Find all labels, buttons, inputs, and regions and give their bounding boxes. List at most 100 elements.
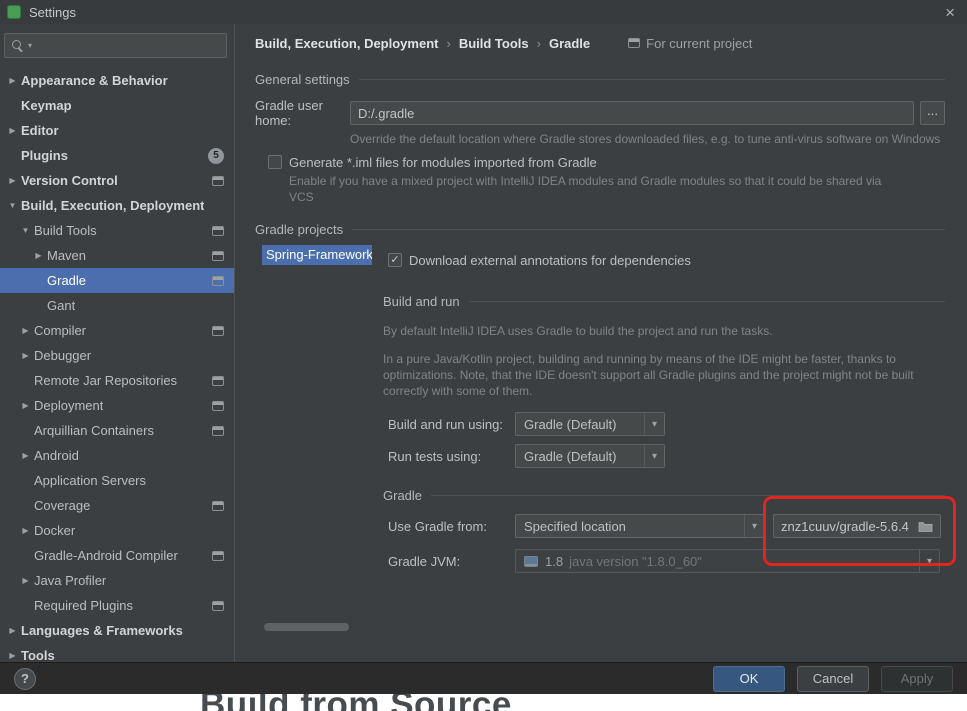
breadcrumb-build-tools[interactable]: Build Tools (459, 36, 529, 51)
search-options-chevron-icon[interactable]: ▾ (28, 41, 32, 50)
scope-label: For current project (646, 35, 753, 51)
cancel-button[interactable]: Cancel (797, 665, 869, 692)
project-list-item[interactable]: Spring-Framework (262, 245, 372, 265)
sidebar-item-maven[interactable]: ▶ Maven (0, 243, 234, 268)
sidebar-item-gant[interactable]: Gant (0, 293, 234, 318)
generate-iml-label[interactable]: Generate *.iml files for modules importe… (289, 155, 597, 170)
sidebar-item-gradle-android-compiler[interactable]: Gradle-Android Compiler (0, 543, 234, 568)
chevron-expanded-icon[interactable]: ▼ (6, 201, 19, 210)
gradle-projects-area: Spring-Framework Download external annot… (262, 245, 945, 633)
sidebar-item-android[interactable]: ▶ Android (0, 443, 234, 468)
dialog-body: ▾ ▶ Appearance & Behavior Keymap ▶ Editor Plu… (0, 24, 967, 662)
project-settings-icon (212, 600, 224, 611)
chevron-collapsed-icon[interactable]: ▶ (19, 401, 32, 410)
build-run-using-label: Build and run using: (388, 416, 503, 432)
sidebar-item-editor[interactable]: ▶ Editor (0, 118, 234, 143)
sidebar-item-label: Remote Jar Repositories (34, 373, 178, 388)
section-general-settings: General settings (255, 71, 945, 87)
breadcrumb-build-execution-deployment[interactable]: Build, Execution, Deployment (255, 36, 438, 51)
sidebar-item-keymap[interactable]: Keymap (0, 93, 234, 118)
gradle-location-input[interactable]: znz1cuuv/gradle-5.6.4 (773, 514, 941, 538)
use-gradle-from-select[interactable]: Specified location ▾ (515, 514, 765, 538)
chevron-down-icon[interactable]: ▾ (644, 445, 664, 467)
gradle-projects-list[interactable]: Spring-Framework (262, 245, 372, 633)
breadcrumb-row: Build, Execution, Deployment › Build Too… (255, 33, 945, 53)
download-annotations-row[interactable]: Download external annotations for depend… (388, 251, 945, 269)
sidebar-item-remote-jar-repositories[interactable]: Remote Jar Repositories (0, 368, 234, 393)
sidebar-item-plugins[interactable]: Plugins 5 (0, 143, 234, 168)
sidebar-item-build-execution-deployment[interactable]: ▼ Build, Execution, Deployment (0, 193, 234, 218)
window-title: Settings (29, 4, 76, 20)
chevron-collapsed-icon[interactable]: ▶ (6, 126, 19, 135)
sidebar-item-compiler[interactable]: ▶ Compiler (0, 318, 234, 343)
chevron-collapsed-icon[interactable]: ▶ (19, 451, 32, 460)
chevron-collapsed-icon[interactable]: ▶ (6, 76, 19, 85)
sidebar-item-label: Debugger (34, 348, 92, 363)
generate-iml-row[interactable]: Generate *.iml files for modules importe… (268, 153, 945, 171)
chevron-collapsed-icon[interactable]: ▶ (6, 176, 19, 185)
sidebar-item-docker[interactable]: ▶ Docker (0, 518, 234, 543)
gradle-jvm-version: 1.8 (545, 553, 564, 569)
sidebar-item-build-tools[interactable]: ▼ Build Tools (0, 218, 234, 243)
run-tests-using-select[interactable]: Gradle (Default) ▾ (515, 444, 665, 468)
chevron-expanded-icon[interactable]: ▼ (19, 226, 32, 235)
sidebar-item-arquillian-containers[interactable]: Arquillian Containers (0, 418, 234, 443)
ok-button[interactable]: OK (713, 665, 785, 692)
sidebar-item-coverage[interactable]: Coverage (0, 493, 234, 518)
chevron-collapsed-icon[interactable]: ▶ (19, 351, 32, 360)
sidebar-item-debugger[interactable]: ▶ Debugger (0, 343, 234, 368)
generate-iml-checkbox[interactable] (268, 155, 282, 169)
gradle-user-home-value: D:/.gradle (358, 105, 415, 121)
chevron-down-icon[interactable]: ▾ (919, 550, 939, 572)
project-settings-icon (212, 400, 224, 411)
section-gradle-projects-title: Gradle projects (255, 221, 344, 237)
sidebar-item-required-plugins[interactable]: Required Plugins (0, 593, 234, 618)
horizontal-scrollbar[interactable] (264, 623, 370, 631)
folder-icon[interactable] (918, 520, 933, 533)
sidebar-item-label: Arquillian Containers (34, 423, 154, 438)
gradle-user-home-hint: Override the default location where Grad… (350, 132, 941, 146)
gradle-jvm-select[interactable]: 1.8 java version "1.8.0_60" ▾ (515, 549, 940, 573)
download-annotations-checkbox[interactable] (388, 253, 402, 267)
chevron-collapsed-icon[interactable]: ▶ (19, 576, 32, 585)
chevron-collapsed-icon[interactable]: ▶ (6, 626, 19, 635)
scrollbar-thumb[interactable] (264, 623, 349, 631)
sidebar-item-label: Keymap (21, 98, 72, 113)
project-settings-icon (212, 425, 224, 436)
sidebar-item-deployment[interactable]: ▶ Deployment (0, 393, 234, 418)
chevron-down-icon[interactable]: ▾ (644, 413, 664, 435)
current-project-icon (628, 38, 641, 48)
chevron-down-icon[interactable]: ▾ (744, 515, 764, 537)
settings-search-input[interactable]: ▾ (4, 33, 227, 58)
breadcrumb-gradle[interactable]: Gradle (549, 36, 590, 51)
gradle-user-home-input[interactable]: D:/.gradle (350, 101, 914, 125)
chevron-collapsed-icon[interactable]: ▶ (19, 526, 32, 535)
browse-button[interactable]: ... (920, 101, 945, 125)
sidebar-item-label: Gradle (47, 273, 87, 288)
build-run-using-select[interactable]: Gradle (Default) ▾ (515, 412, 665, 436)
sidebar-item-tools[interactable]: ▶ Tools (0, 643, 234, 662)
apply-button[interactable]: Apply (881, 665, 953, 692)
sidebar-item-gradle[interactable]: Gradle (0, 268, 234, 293)
help-button[interactable]: ? (14, 667, 36, 690)
sidebar-item-languages-frameworks[interactable]: ▶ Languages & Frameworks (0, 618, 234, 643)
sidebar-item-application-servers[interactable]: Application Servers (0, 468, 234, 493)
sidebar-item-java-profiler[interactable]: ▶ Java Profiler (0, 568, 234, 593)
sidebar-item-label: Docker (34, 523, 76, 538)
sidebar-item-label: Plugins (21, 148, 68, 163)
chevron-collapsed-icon[interactable]: ▶ (32, 251, 45, 260)
app-icon (7, 5, 21, 19)
build-run-description-1: By default IntelliJ IDEA uses Gradle to … (383, 324, 773, 338)
chevron-collapsed-icon[interactable]: ▶ (19, 326, 32, 335)
settings-dialog: Settings × ▾ ▶ Appearance & Behavior Keyma… (0, 0, 967, 711)
sidebar-item-appearance-behavior[interactable]: ▶ Appearance & Behavior (0, 68, 234, 93)
run-tests-using-label: Run tests using: (388, 448, 482, 464)
sidebar-item-label: Maven (47, 248, 87, 263)
download-annotations-label[interactable]: Download external annotations for depend… (409, 253, 691, 268)
gradle-user-home-row: Gradle user home: D:/.gradle ... (255, 98, 945, 128)
settings-sidebar: ▾ ▶ Appearance & Behavior Keymap ▶ Editor Plu… (0, 24, 235, 662)
sidebar-item-version-control[interactable]: ▶ Version Control (0, 168, 234, 193)
section-divider (468, 300, 945, 302)
chevron-collapsed-icon[interactable]: ▶ (6, 651, 19, 660)
close-icon[interactable]: × (945, 4, 955, 21)
